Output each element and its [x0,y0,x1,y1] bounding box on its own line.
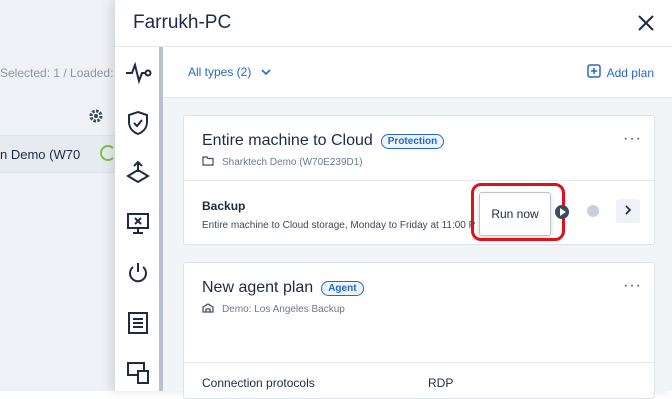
plan-title: Entire machine to Cloud [202,132,373,149]
gear-icon[interactable] [88,108,104,129]
close-icon[interactable] [634,11,658,35]
plans-content: All types (2) Add plan Entire machine to… [163,47,672,399]
plans-toolbar: All types (2) Add plan [163,47,672,98]
row-name: n Demo (W70 [0,147,81,162]
clock-icon [587,205,599,217]
add-plan-button[interactable]: Add plan [586,64,654,81]
connection-protocols-label: Connection protocols [202,376,315,390]
plan-title-row: New agent plan Agent [202,279,364,297]
plus-square-icon [586,64,601,81]
panel-header: Farrukh-PC [115,0,672,47]
recovery-icon[interactable] [124,159,152,187]
background-page: Selected: 1 / Loaded: 1 n Demo (W70 [0,0,130,391]
more-options-button[interactable]: ··· [623,130,642,148]
backup-schedule-text: Entire machine to Cloud storage, Monday … [202,220,476,231]
plan-subtitle-row: Demo: Los Angeles Backup [202,303,345,316]
devices-icon[interactable] [124,359,152,387]
types-label: All types (2) [188,65,252,79]
add-plan-label: Add plan [606,65,654,80]
types-dropdown[interactable]: All types (2) [188,65,271,79]
folder-icon [202,156,214,169]
plan-type-badge: Protection [380,133,445,149]
connection-protocols-value: RDP [428,376,454,390]
document-icon[interactable] [124,309,152,337]
plan-subtitle-row: Sharktech Demo (W70E239D1) [202,156,363,169]
highlight-annotation [471,183,565,241]
building-icon [202,303,214,316]
plan-card: New agent plan Agent Demo: Los Angeles B… [183,262,655,399]
activity-icon[interactable] [124,59,152,87]
plan-title-row: Entire machine to Cloud Protection [202,132,445,150]
power-icon[interactable] [124,259,152,287]
details-button[interactable] [616,199,640,223]
backup-section-label: Backup [202,199,246,213]
plan-type-badge: Agent [321,280,364,296]
selection-status: Selected: 1 / Loaded: 1 [0,66,124,80]
panel-title: Farrukh-PC [133,12,232,33]
plan-subtitle: Demo: Los Angeles Backup [222,304,345,315]
card-divider [184,362,654,363]
panel-sidebar [115,47,161,391]
card-divider [184,180,654,181]
device-panel: Farrukh-PC All types (2) Add plan Entire… [115,0,672,399]
loading-icon [100,145,116,161]
plan-subtitle: Sharktech Demo (W70E239D1) [222,157,363,168]
chevron-right-icon [624,204,632,218]
plan-card: Entire machine to Cloud Protection Shark… [183,115,655,245]
desktop-icon[interactable] [124,209,152,237]
more-options-button[interactable]: ··· [623,277,642,295]
play-icon[interactable] [555,205,569,219]
shield-icon[interactable] [124,109,152,137]
plan-title: New agent plan [202,279,314,296]
chevron-down-icon [255,65,271,79]
